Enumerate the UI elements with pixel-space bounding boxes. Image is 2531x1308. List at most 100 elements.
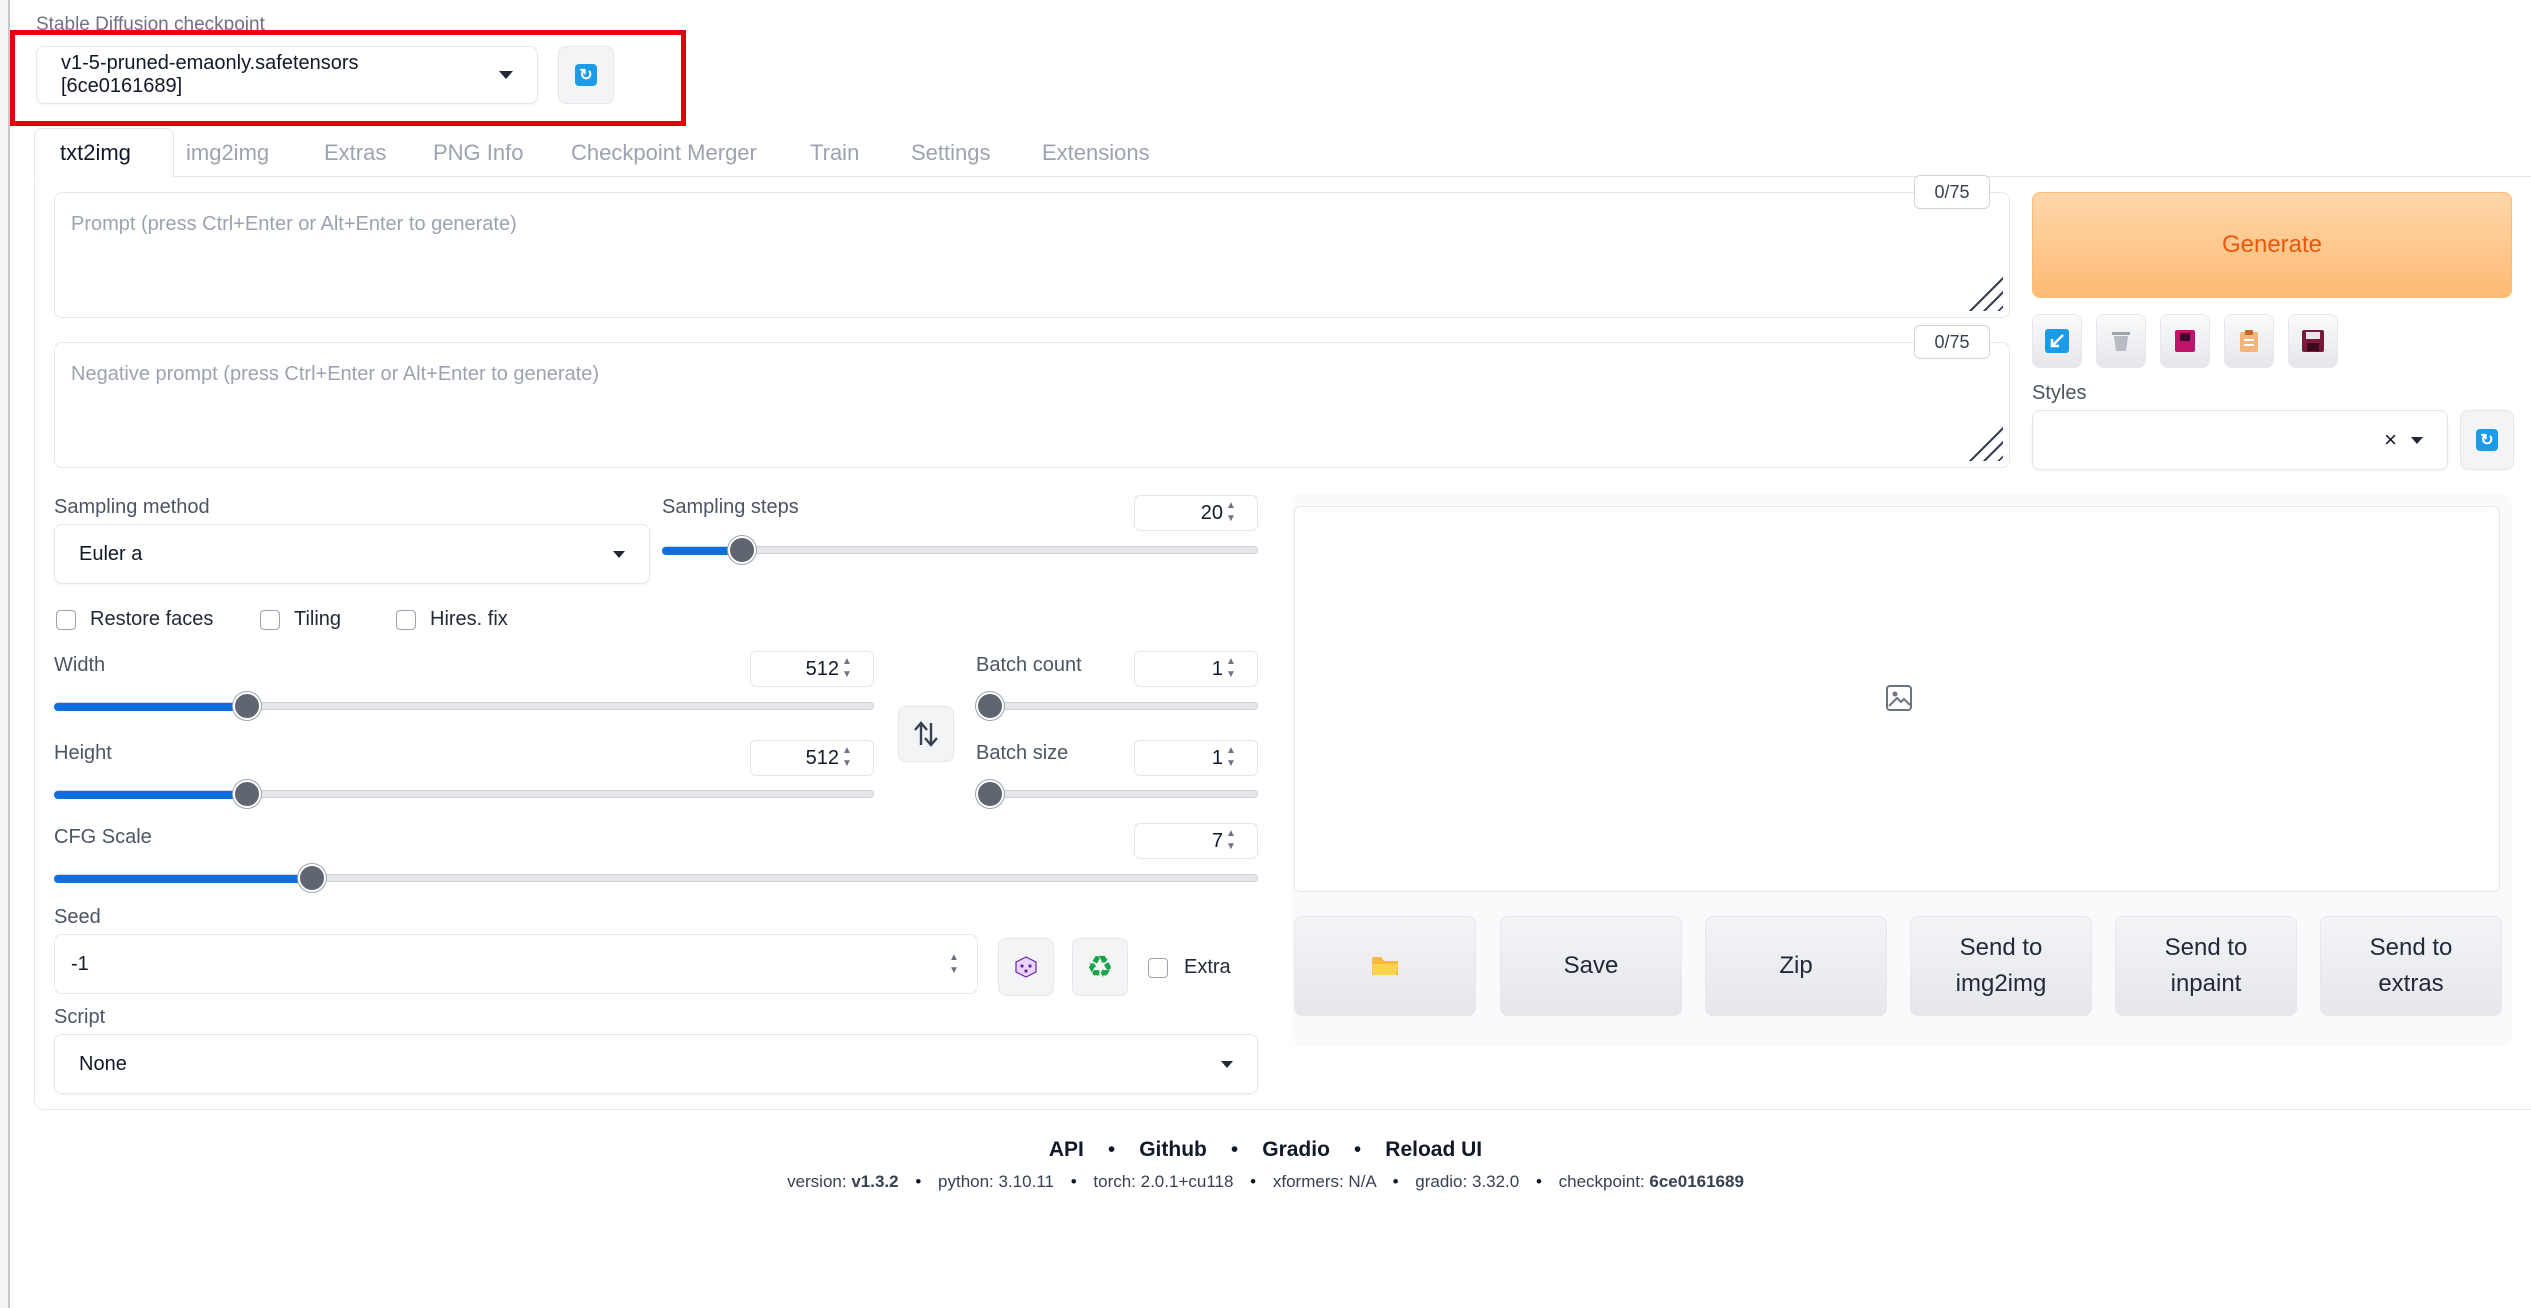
tab-img2img[interactable]: img2img — [186, 140, 269, 166]
batch-size-slider[interactable] — [976, 780, 1258, 808]
output-gallery[interactable] — [1294, 506, 2500, 892]
tab-png-info[interactable]: PNG Info — [433, 140, 523, 166]
card-icon — [2175, 330, 2195, 352]
sampling-method-dropdown[interactable]: Euler a — [54, 524, 650, 584]
swap-vertical-icon — [914, 721, 938, 747]
slider-thumb[interactable] — [976, 780, 1004, 808]
negative-prompt-token-counter: 0/75 — [1914, 325, 1990, 359]
footer-versions: version: v1.3.2 • python: 3.10.11 • torc… — [787, 1172, 1744, 1191]
restore-faces-label: Restore faces — [90, 608, 214, 630]
tab-settings[interactable]: Settings — [911, 140, 991, 166]
height-input[interactable]: 512 — [750, 740, 874, 776]
slider-thumb[interactable] — [976, 692, 1004, 720]
generate-button[interactable]: Generate — [2032, 192, 2512, 298]
stepper-arrows-icon[interactable]: ▲ ▼ — [947, 951, 961, 979]
clear-styles-icon[interactable]: × — [2384, 427, 2397, 453]
styles-label: Styles — [2032, 382, 2087, 404]
slider-thumb[interactable] — [298, 864, 326, 892]
send-to-inpaint-button[interactable]: Send to inpaint — [2115, 916, 2297, 1016]
refresh-styles-button[interactable]: ↻ — [2460, 410, 2514, 470]
image-icon — [1886, 685, 1912, 711]
script-dropdown[interactable]: None — [54, 1034, 1258, 1094]
width-slider[interactable] — [54, 692, 874, 720]
sampling-steps-slider[interactable] — [662, 536, 1258, 564]
gradio-version: gradio: 3.32.0 — [1415, 1172, 1520, 1191]
cfg-scale-input[interactable]: 7 — [1134, 823, 1258, 859]
reload-ui-link[interactable]: Reload UI — [1385, 1138, 1482, 1161]
prompt-textarea[interactable]: Prompt (press Ctrl+Enter or Alt+Enter to… — [54, 192, 2010, 318]
send-to-extras-button[interactable]: Send to extras — [2320, 916, 2502, 1016]
extra-seed-checkbox[interactable] — [1148, 958, 1168, 978]
tab-txt2img[interactable]: txt2img — [60, 140, 131, 166]
resize-handle-icon[interactable] — [1959, 267, 2003, 311]
hires-fix-label: Hires. fix — [430, 608, 508, 630]
width-label: Width — [54, 654, 106, 676]
tab-checkpoint-merger[interactable]: Checkpoint Merger — [571, 140, 757, 166]
tab-train[interactable]: Train — [810, 140, 859, 166]
zip-button[interactable]: Zip — [1705, 916, 1887, 1016]
checkpoint-label-footer: checkpoint: — [1558, 1172, 1645, 1191]
sampling-steps-input[interactable]: 20 — [1134, 495, 1258, 531]
tab-bar: txt2img img2img Extras PNG Info Checkpoi… — [34, 128, 2531, 177]
arrow-icon — [2045, 329, 2069, 353]
folder-icon — [1372, 957, 1398, 975]
open-folder-button[interactable] — [1294, 916, 1476, 1016]
floppy-disk-icon — [2302, 330, 2324, 352]
recycle-icon: ♻ — [1086, 950, 1114, 984]
save-button[interactable]: Save — [1500, 916, 1682, 1016]
version-label: version: — [787, 1172, 847, 1191]
dice-icon — [1015, 956, 1037, 978]
chevron-down-icon — [2411, 436, 2423, 444]
restore-faces-checkbox[interactable] — [56, 610, 76, 630]
read-params-button[interactable] — [2032, 314, 2082, 368]
cfg-scale-slider[interactable] — [54, 864, 1258, 892]
resize-handle-icon[interactable] — [1959, 417, 2003, 461]
footer-links: API • Github • Gradio • Reload UI — [1048, 1138, 1483, 1161]
extra-seed-label: Extra — [1184, 956, 1231, 978]
apply-style-button[interactable] — [2224, 314, 2274, 368]
window-edge — [0, 0, 10, 1308]
clipboard-icon — [2240, 330, 2258, 352]
send-to-img2img-button[interactable]: Send to img2img — [1910, 916, 2092, 1016]
gradio-link[interactable]: Gradio — [1262, 1138, 1330, 1161]
prompt-placeholder: Prompt (press Ctrl+Enter or Alt+Enter to… — [71, 213, 517, 235]
random-seed-button[interactable] — [998, 938, 1054, 996]
negative-prompt-textarea[interactable]: Negative prompt (press Ctrl+Enter or Alt… — [54, 342, 2010, 468]
sampling-method-value: Euler a — [79, 542, 143, 565]
checkpoint-hash: 6ce0161689 — [1649, 1172, 1744, 1191]
stepper-arrows-icon[interactable]: ▲ ▼ — [1224, 655, 1238, 683]
swap-dimensions-button[interactable] — [898, 706, 954, 762]
width-input[interactable]: 512 — [750, 651, 874, 687]
tiling-checkbox[interactable] — [260, 610, 280, 630]
reuse-seed-button[interactable]: ♻ — [1072, 938, 1128, 996]
highlight-box — [10, 30, 686, 126]
tiling-label: Tiling — [294, 608, 342, 630]
show-extra-networks-button[interactable] — [2160, 314, 2210, 368]
stepper-arrows-icon[interactable]: ▲ ▼ — [1224, 744, 1238, 772]
tab-extras[interactable]: Extras — [324, 140, 386, 166]
stepper-arrows-icon[interactable]: ▲ ▼ — [840, 744, 854, 772]
batch-size-label: Batch size — [976, 742, 1069, 764]
sampling-steps-label: Sampling steps — [662, 496, 799, 518]
styles-dropdown[interactable]: × — [2032, 410, 2448, 470]
stepper-arrows-icon[interactable]: ▲ ▼ — [840, 655, 854, 683]
batch-count-slider[interactable] — [976, 692, 1258, 720]
slider-thumb[interactable] — [728, 536, 756, 564]
clear-prompt-button[interactable] — [2096, 314, 2146, 368]
batch-size-input[interactable]: 1 — [1134, 740, 1258, 776]
seed-input[interactable]: -1 ▲ ▼ — [54, 934, 978, 994]
save-style-button[interactable] — [2288, 314, 2338, 368]
seed-label: Seed — [54, 906, 101, 928]
tab-extensions[interactable]: Extensions — [1042, 140, 1150, 166]
github-link[interactable]: Github — [1139, 1138, 1207, 1161]
height-slider[interactable] — [54, 780, 874, 808]
stepper-arrows-icon[interactable]: ▲ ▼ — [1224, 499, 1238, 527]
hires-fix-checkbox[interactable] — [396, 610, 416, 630]
slider-thumb[interactable] — [233, 780, 261, 808]
torch-version: torch: 2.0.1+cu118 — [1093, 1172, 1234, 1191]
version-value: v1.3.2 — [851, 1172, 899, 1191]
batch-count-input[interactable]: 1 — [1134, 651, 1258, 687]
api-link[interactable]: API — [1049, 1138, 1084, 1161]
slider-thumb[interactable] — [233, 692, 261, 720]
stepper-arrows-icon[interactable]: ▲ ▼ — [1224, 827, 1238, 855]
